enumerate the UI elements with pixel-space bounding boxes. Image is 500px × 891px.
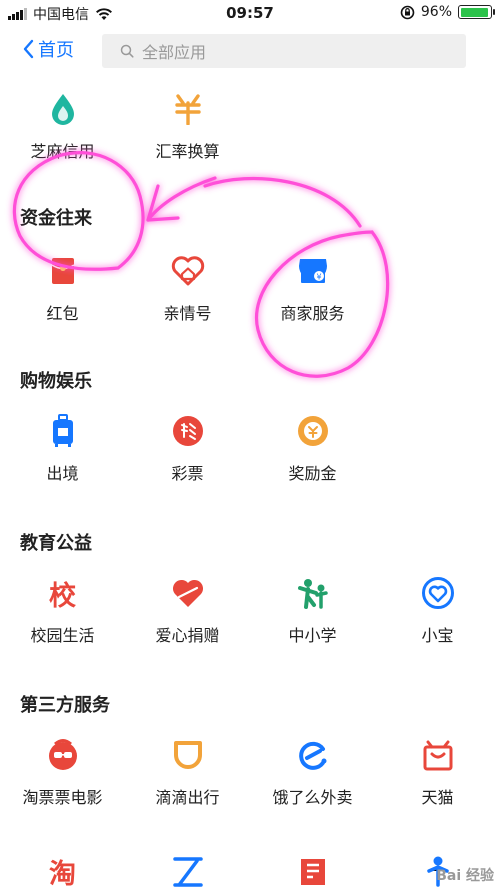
app-label: 出境	[46, 464, 79, 483]
red-packet-icon	[46, 254, 80, 288]
watermark: Bai 经验	[436, 868, 494, 884]
app-label: 红包	[46, 304, 79, 323]
charity-heart-icon	[171, 576, 205, 610]
app-primary-school[interactable]: 中小学	[250, 576, 375, 646]
chevron-left-icon	[23, 39, 34, 59]
app-label: 汇率换算	[155, 142, 220, 161]
section-title-third-party: 第三方服务	[20, 695, 110, 716]
app-merchant-service[interactable]: ¥ 商家服务	[250, 254, 375, 324]
app-label: 天猫	[421, 788, 454, 807]
app-label: 淘票票电影	[22, 788, 103, 807]
app-outbound-travel[interactable]: 出境	[0, 414, 125, 484]
app-label: 爱心捐赠	[155, 626, 220, 645]
merchant-service-icon: ¥	[296, 254, 330, 288]
battery-percent: 96%	[420, 4, 452, 20]
search-placeholder: 全部应用	[142, 43, 207, 62]
search-icon	[120, 44, 134, 58]
battery-fill	[460, 7, 489, 17]
taobao-icon: 淘	[46, 854, 80, 890]
family-heart-icon	[171, 254, 205, 288]
back-label: 首页	[38, 40, 74, 61]
app-label: 彩票	[171, 464, 204, 483]
app-xiaobao[interactable]: 小宝	[375, 576, 500, 646]
taobao-glyph: 淘	[49, 858, 76, 890]
app-label: 芝麻信用	[30, 142, 95, 161]
app-label: 商家服务	[280, 304, 345, 323]
xiaobao-icon	[421, 576, 455, 610]
section-title-shopping: 购物娱乐	[20, 371, 92, 392]
app-label: 亲情号	[163, 304, 212, 323]
app-tmall[interactable]: 天猫	[375, 738, 500, 808]
app-lottery[interactable]: 彩票	[125, 414, 250, 484]
lottery-icon	[171, 414, 205, 448]
app-label: 滴滴出行	[155, 788, 220, 807]
nav-bar: 首页 全部应用	[0, 32, 500, 70]
app-sesame-credit[interactable]: 芝麻信用	[0, 92, 125, 162]
section-title-education: 教育公益	[20, 533, 92, 554]
didi-icon	[171, 738, 205, 772]
app-family-number[interactable]: 亲情号	[125, 254, 250, 324]
status-bar: 中国电信 09:57 96%	[0, 0, 500, 26]
search-input[interactable]: 全部应用	[102, 34, 466, 68]
luggage-icon	[46, 414, 80, 448]
exchange-rate-icon	[171, 92, 205, 126]
sesame-credit-icon	[46, 92, 80, 126]
train-ticket-icon	[171, 854, 205, 888]
reward-coin-icon	[296, 414, 330, 448]
app-campus-life[interactable]: 校 校园生活	[0, 576, 125, 646]
battery-icon	[458, 5, 495, 19]
lock-rotation-icon	[400, 5, 415, 19]
app-label: 校园生活	[30, 626, 95, 645]
app-train-ticket[interactable]	[125, 854, 250, 888]
app-red-packet[interactable]: 红包	[0, 254, 125, 324]
app-eleme[interactable]: 饿了么外卖	[250, 738, 375, 808]
campus-icon: 校	[46, 576, 80, 612]
school-kids-icon	[296, 576, 330, 610]
app-charity[interactable]: 爱心捐赠	[125, 576, 250, 646]
eleme-icon	[296, 738, 330, 772]
app-didi[interactable]: 滴滴出行	[125, 738, 250, 808]
back-button[interactable]: 首页	[22, 36, 74, 62]
app-label: 小宝	[421, 626, 454, 645]
hotel-icon	[296, 854, 330, 888]
taopiaopiao-icon	[46, 738, 80, 772]
app-exchange-rate[interactable]: 汇率换算	[125, 92, 250, 162]
app-label: 奖励金	[288, 464, 337, 483]
app-taobao[interactable]: 淘	[0, 854, 125, 890]
app-hotel[interactable]	[250, 854, 375, 888]
app-reward[interactable]: 奖励金	[250, 414, 375, 484]
tmall-icon	[421, 738, 455, 772]
section-title-funds: 资金往来	[20, 208, 92, 229]
campus-glyph: 校	[49, 580, 76, 612]
app-label: 中小学	[288, 626, 337, 645]
svg-text:¥: ¥	[316, 273, 321, 282]
app-label: 饿了么外卖	[272, 788, 353, 807]
app-taopiaopiao[interactable]: 淘票票电影	[0, 738, 125, 808]
